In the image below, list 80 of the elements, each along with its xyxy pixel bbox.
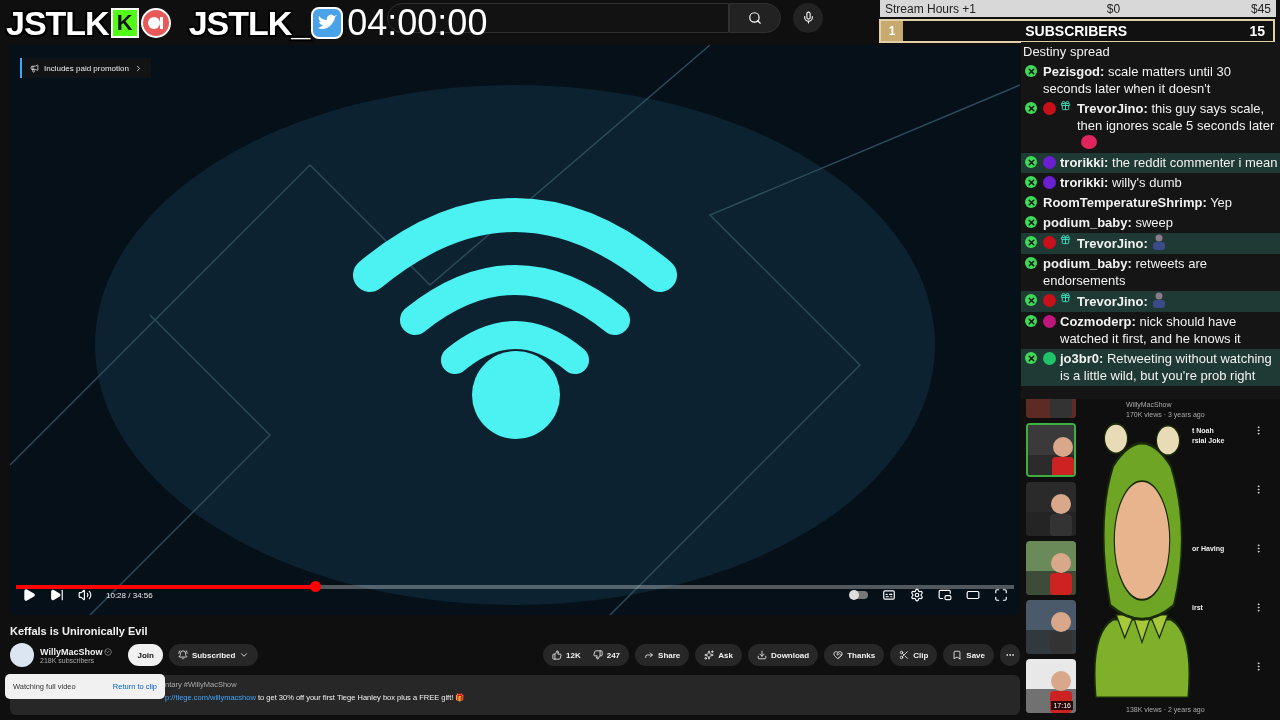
search-icon	[748, 10, 762, 25]
video-title: Keffals is Unironically Evil	[10, 625, 149, 637]
kick-badge: K	[110, 8, 139, 38]
stream-timer: 04:00:00	[347, 2, 488, 44]
moderator-icon	[1025, 294, 1037, 306]
microphone-button[interactable]	[793, 2, 823, 33]
save-icon	[952, 650, 963, 660]
paid-promotion-chip[interactable]: Includes paid promotion	[20, 58, 151, 78]
thumbs-down-icon	[592, 650, 603, 660]
chat-message: podium_baby: retweets are endorsements	[1043, 256, 1207, 288]
clip-button[interactable]: Clip	[890, 644, 938, 666]
search-button[interactable]	[729, 2, 781, 33]
goal-target: $45	[1250, 1, 1271, 16]
more-button[interactable]	[1000, 644, 1020, 666]
subscribers-label: SUBSCRIBERS	[1024, 23, 1129, 39]
logo-text: JSTLK_	[188, 3, 310, 43]
thanks-icon	[833, 650, 844, 660]
bird-icon	[311, 7, 344, 39]
share-icon	[644, 650, 655, 660]
subscribed-button[interactable]: Subscribed	[168, 644, 259, 666]
download-button[interactable]: Download	[747, 644, 819, 666]
settings-button[interactable]	[910, 588, 924, 602]
dislike-button[interactable]: 247	[586, 644, 630, 666]
thumbs-up-icon	[552, 650, 562, 660]
subscriber-total: 15	[1249, 23, 1266, 39]
microphone-icon	[801, 11, 815, 24]
volume-button[interactable]	[78, 588, 92, 602]
next-button[interactable]	[50, 588, 64, 602]
logo-text: JSTLK	[6, 3, 109, 43]
gift-icon	[1060, 234, 1071, 245]
moderator-icon	[1025, 196, 1037, 208]
moderator-icon	[1025, 257, 1037, 269]
moderator-icon	[1025, 216, 1037, 228]
chat-message: RoomTemperatureShrimp: Yep	[1043, 195, 1233, 210]
channel-name[interactable]: WillyMacShow	[40, 646, 103, 657]
moderator-icon	[1025, 102, 1037, 114]
gift-icon	[1060, 292, 1071, 303]
time-display: 10:28 / 34:56	[106, 590, 153, 600]
chat-message: TrevorJino:	[1077, 294, 1148, 309]
fullscreen-button[interactable]	[994, 588, 1008, 602]
goal-label: Stream Hours +1	[885, 1, 977, 16]
moderator-icon	[1025, 315, 1037, 327]
chat-message: TrevorJino:	[1077, 236, 1148, 251]
chat-message: podium_baby: sweep	[1043, 215, 1174, 230]
chat-message: trorikki: the reddit commenter i mean	[1060, 155, 1278, 170]
moderator-icon	[1025, 352, 1037, 364]
emote-icon	[1151, 292, 1166, 308]
verified-icon	[104, 647, 113, 656]
ask-icon	[704, 650, 715, 660]
join-button[interactable]: Join	[128, 644, 163, 666]
share-button[interactable]: Share	[635, 644, 690, 666]
chat-message: trorikki: willy's dumb	[1060, 175, 1182, 190]
theater-button[interactable]	[966, 588, 980, 602]
like-button[interactable]: 12K	[543, 644, 587, 666]
chat-message: TrevorJino: this guy says scale, then ignores scale 5 seconds later	[1077, 101, 1275, 133]
miniplayer-button[interactable]	[938, 588, 952, 602]
chat-message: jo3br0: Retweeting without watching is a little wild, but you're prob right	[1060, 351, 1272, 383]
gift-icon	[1060, 100, 1071, 111]
play-button[interactable]	[22, 588, 36, 602]
moderator-icon	[1025, 156, 1037, 168]
rank-number: 1	[881, 21, 903, 41]
moderator-icon	[1025, 176, 1037, 188]
emote-icon	[1151, 234, 1166, 250]
thanks-button[interactable]: Thanks	[824, 644, 885, 666]
autoplay-toggle[interactable]	[850, 591, 868, 599]
caret-icon	[239, 650, 250, 660]
megaphone-icon	[30, 63, 39, 73]
save-button[interactable]: Save	[943, 644, 994, 666]
chat-message: Destiny spread	[1023, 44, 1110, 59]
moderator-icon	[1025, 65, 1037, 77]
subtitles-button[interactable]	[882, 588, 896, 602]
channel-avatar[interactable]	[10, 643, 34, 667]
clip-icon	[899, 650, 910, 660]
ask-button[interactable]: Ask	[695, 644, 742, 666]
record-icon	[140, 8, 171, 38]
download-icon	[756, 650, 767, 660]
goal-current: $0	[1106, 1, 1121, 16]
emote-icon	[1081, 135, 1097, 149]
bell-icon	[177, 650, 188, 660]
moderator-icon	[1025, 236, 1037, 248]
